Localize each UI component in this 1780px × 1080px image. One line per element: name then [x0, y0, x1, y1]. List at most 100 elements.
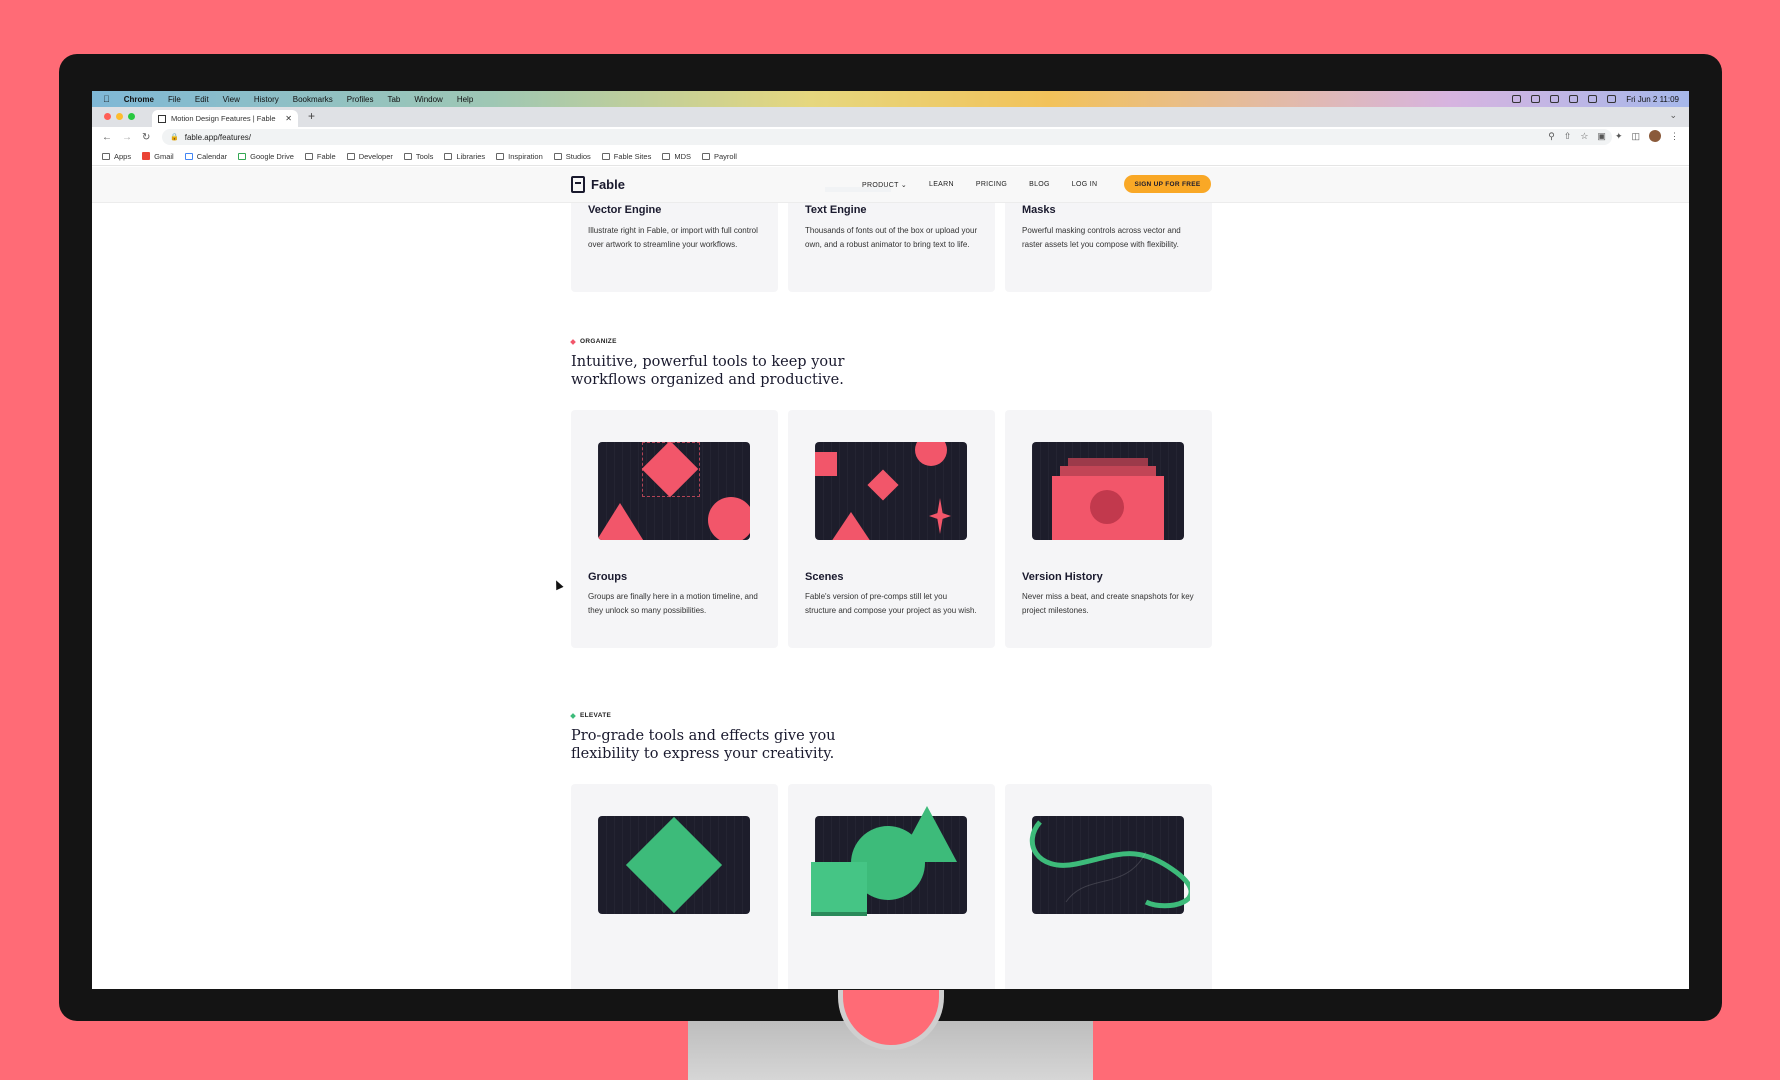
menu-app[interactable]: Chrome	[124, 95, 154, 104]
bookmark-mds[interactable]: MDS	[662, 152, 691, 161]
card-text: Fable's version of pre-comps still let y…	[805, 592, 977, 615]
menu-window[interactable]: Window	[414, 95, 442, 104]
signup-button[interactable]: SIGN UP FOR FREE	[1124, 175, 1211, 193]
sidepanel-icon[interactable]: ◫	[1631, 131, 1640, 142]
menu-tab[interactable]: Tab	[387, 95, 400, 104]
profile-avatar[interactable]	[1649, 130, 1661, 142]
card-text: Illustrate right in Fable, or import wit…	[588, 226, 758, 249]
bookmark-google-drive[interactable]: Google Drive	[238, 152, 294, 161]
nav-blog[interactable]: BLOG	[1029, 181, 1050, 189]
bookmark-calendar[interactable]: Calendar	[184, 152, 227, 161]
screen:  Chrome File Edit View History Bookmark…	[92, 91, 1689, 989]
menu-bookmarks[interactable]: Bookmarks	[293, 95, 333, 104]
share-icon[interactable]: ⇧	[1564, 131, 1572, 142]
bookmark-label: Fable Sites	[613, 151, 652, 161]
calendar-icon	[184, 152, 193, 160]
card-text: Thousands of fonts out of the box or upl…	[805, 226, 978, 249]
menu-profiles[interactable]: Profiles	[347, 95, 374, 104]
fable-logo[interactable]: Fable	[571, 176, 625, 193]
back-icon[interactable]: ←	[102, 132, 112, 143]
diamond-shape	[867, 469, 899, 501]
card-text: Powerful masking controls across vector …	[1022, 226, 1181, 249]
menu-help[interactable]: Help	[457, 95, 473, 104]
status-icon[interactable]	[1512, 95, 1522, 103]
minimize-window-button[interactable]	[116, 113, 123, 120]
card-text: Groups are finally here in a motion time…	[588, 592, 758, 615]
new-tab-button[interactable]: +	[308, 109, 315, 123]
shapes-illustration	[811, 806, 967, 916]
close-tab-icon[interactable]: ✕	[285, 114, 292, 123]
groups-illustration	[598, 442, 750, 540]
bookmark-label: Gmail	[154, 151, 174, 161]
bookmark-label: MDS	[674, 151, 691, 161]
section-headline-organize: Intuitive, powerful tools to keep your w…	[571, 354, 845, 388]
feature-card-effects-1	[571, 784, 778, 989]
nav-pricing[interactable]: PRICING	[976, 181, 1007, 189]
extensions-icon[interactable]: ✦	[1615, 131, 1623, 142]
apple-icon[interactable]: 	[103, 94, 110, 104]
bookmark-tools[interactable]: Tools	[403, 152, 433, 161]
search-icon[interactable]	[1607, 95, 1617, 103]
tab-search-icon[interactable]: ⌄	[1669, 110, 1677, 121]
bookmark-fable[interactable]: Fable	[304, 152, 336, 161]
bookmark-label: Inspiration	[508, 151, 543, 161]
menubar-clock[interactable]: Fri Jun 2 11:09	[1626, 95, 1679, 104]
menu-view[interactable]: View	[223, 95, 240, 104]
fable-logo-icon	[571, 176, 585, 193]
status-icon[interactable]	[1550, 95, 1560, 103]
bookmark-fable-sites[interactable]: Fable Sites	[601, 151, 652, 161]
bookmark-inspiration[interactable]: Inspiration	[496, 152, 543, 161]
bookmark-star-icon[interactable]: ☆	[1580, 131, 1588, 142]
zoom-window-button[interactable]	[128, 113, 135, 120]
camera-icon[interactable]: ▣	[1597, 131, 1606, 142]
close-window-button[interactable]	[104, 113, 111, 120]
wifi-icon[interactable]	[1588, 95, 1598, 103]
bookmark-developer[interactable]: Developer	[346, 152, 393, 161]
nav-label: PRODUCT	[862, 182, 899, 189]
menu-file[interactable]: File	[168, 95, 181, 104]
bookmark-apps[interactable]: Apps	[102, 152, 131, 161]
zoom-icon[interactable]: ⚲	[1548, 131, 1555, 142]
diamond-shape	[625, 816, 723, 914]
menu-kebab-icon[interactable]: ⋮	[1670, 131, 1679, 142]
status-area: Fri Jun 2 11:09	[1512, 91, 1679, 107]
status-icon[interactable]	[1531, 95, 1541, 103]
bookmark-payroll[interactable]: Payroll	[702, 152, 737, 161]
feature-card-version-history: Version History Never miss a beat, and c…	[1005, 410, 1212, 648]
macos-menubar:  Chrome File Edit View History Bookmark…	[92, 91, 1689, 107]
folder-icon	[403, 152, 412, 160]
card-title: Groups	[588, 571, 628, 583]
bookmark-gmail[interactable]: Gmail	[142, 152, 174, 161]
fable-icon	[304, 152, 313, 160]
logo-text: Fable	[591, 177, 625, 192]
site-header: Fable PRODUCT ⌄ LEARN PRICING BLOG LOG I…	[92, 167, 1689, 203]
circle-shape	[1090, 490, 1124, 524]
menu-edit[interactable]: Edit	[195, 95, 209, 104]
address-bar[interactable]: 🔒 fable.app/features/	[162, 129, 1612, 145]
reload-icon[interactable]: ↻	[142, 132, 150, 143]
triangle-shape	[897, 806, 957, 862]
fable-icon	[346, 152, 355, 160]
card-text: Never miss a beat, and create snapshots …	[1022, 592, 1194, 615]
bookmark-studios[interactable]: Studios	[553, 152, 591, 161]
card-title: Masks	[1022, 204, 1056, 216]
nav-learn[interactable]: LEARN	[929, 181, 954, 189]
section-headline-elevate: Pro-grade tools and effects give you fle…	[571, 728, 836, 762]
circle-shape	[915, 442, 947, 466]
feature-card-scenes: Scenes Fable's version of pre-comps stil…	[788, 410, 995, 648]
nav-product[interactable]: PRODUCT ⌄	[862, 181, 907, 189]
square-shape	[815, 452, 837, 476]
bookmark-libraries[interactable]: Libraries	[444, 152, 485, 161]
card-title: Text Engine	[805, 204, 867, 216]
card-title: Scenes	[805, 571, 844, 583]
menu-history[interactable]: History	[254, 95, 279, 104]
browser-toolbar: ← → ↻ 🔒 fable.app/features/ ⚲ ⇧ ☆ ▣ ✦ ◫ …	[92, 127, 1689, 147]
browser-tab[interactable]: Motion Design Features | Fable ✕	[152, 110, 298, 127]
feature-card-effects-3	[1005, 784, 1212, 989]
nav-login[interactable]: LOG IN	[1072, 181, 1098, 189]
forward-icon[interactable]: →	[122, 132, 132, 143]
fable-favicon-icon	[158, 114, 166, 123]
lock-icon[interactable]: 🔒	[170, 133, 179, 141]
url-text[interactable]: fable.app/features/	[185, 133, 251, 142]
battery-icon[interactable]	[1569, 95, 1579, 103]
